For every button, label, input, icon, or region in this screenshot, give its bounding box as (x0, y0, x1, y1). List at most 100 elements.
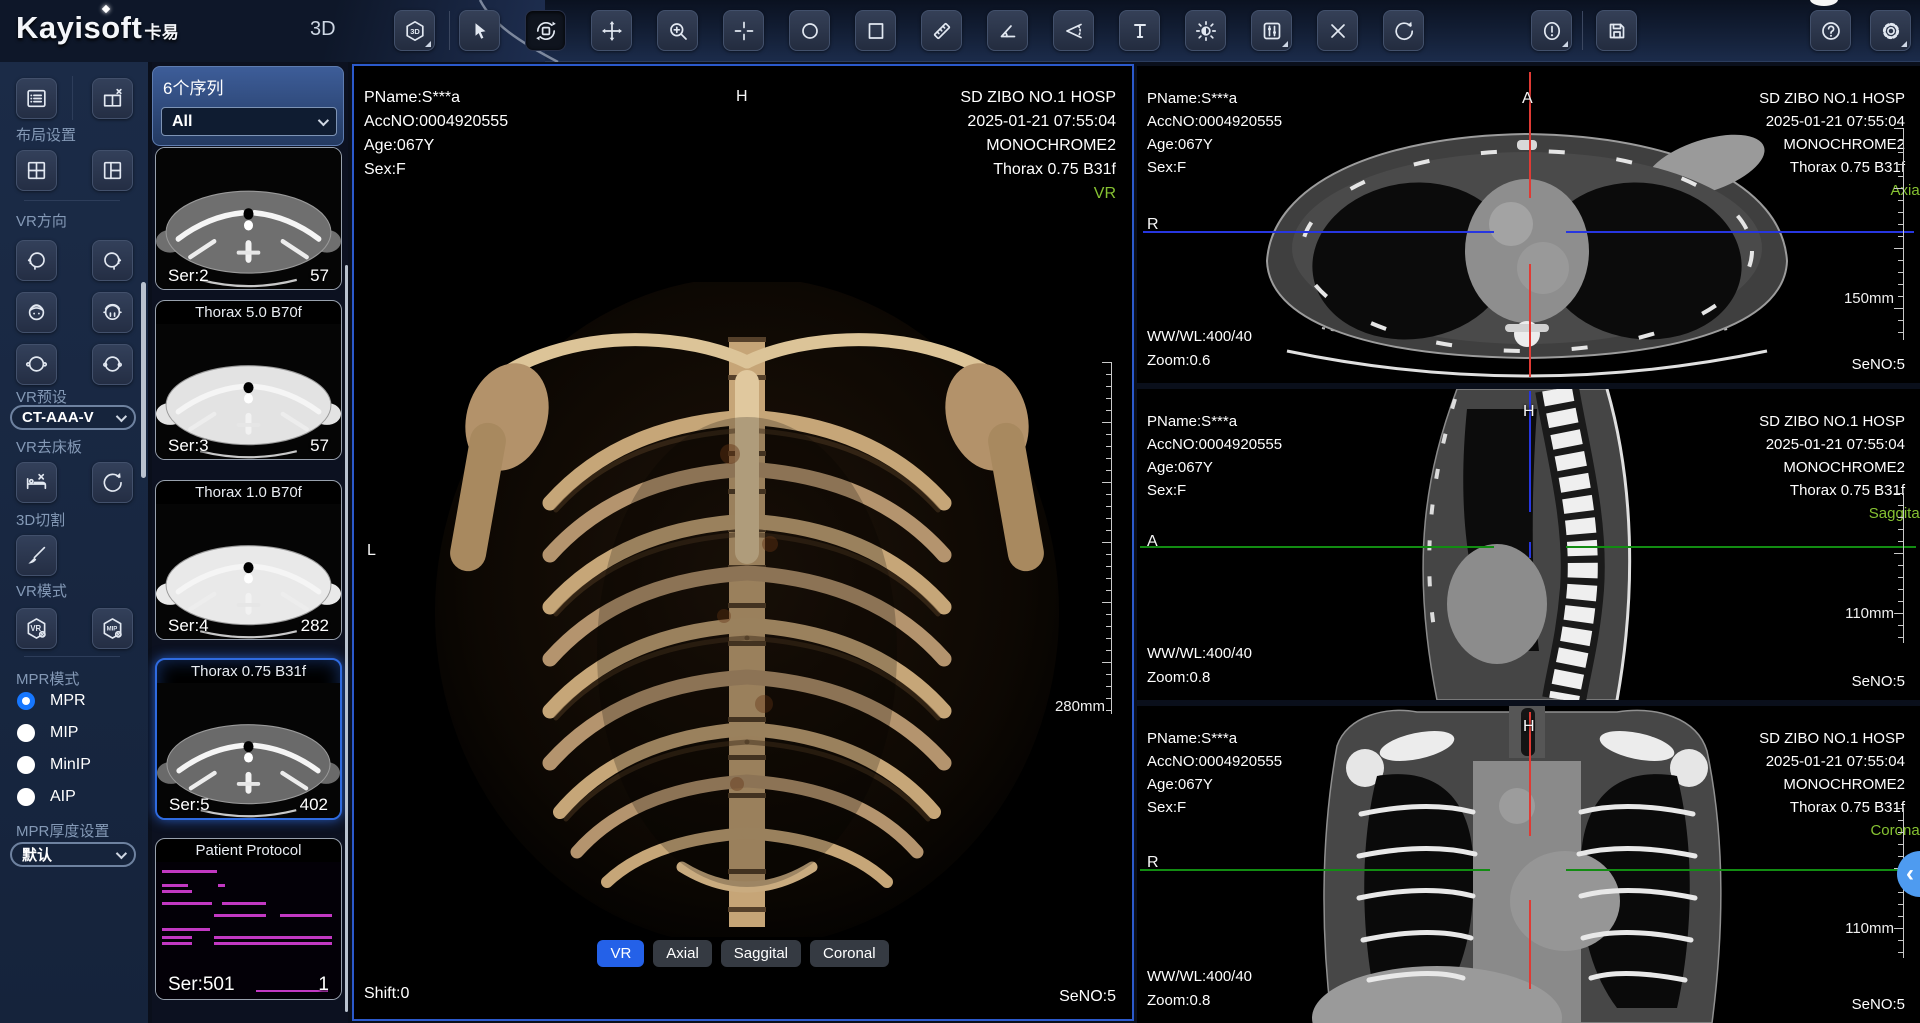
radio-aip[interactable]: AIP (17, 788, 76, 806)
crosshair-horizontal-green[interactable] (1140, 546, 1494, 548)
tool-cobb-angle-button[interactable] (1053, 10, 1094, 51)
series-no-label: SeNO:5 (1852, 356, 1905, 373)
series-number: Ser:3 (168, 436, 209, 456)
radio-mip[interactable]: MIP (17, 724, 78, 742)
series-no-label: SeNO:5 (1852, 996, 1905, 1013)
help-icon (1819, 19, 1843, 43)
tool-rotate-3d-button[interactable] (525, 10, 566, 51)
tool-adjust-button[interactable] (1251, 10, 1292, 51)
series-no-label: SeNO:5 (1852, 673, 1905, 690)
crosshair-vertical-red[interactable] (1529, 900, 1531, 989)
crosshair-horizontal-green[interactable] (1566, 869, 1916, 871)
series-title: Thorax 1.0 B70f (156, 481, 341, 504)
head-bottom-button[interactable] (92, 292, 133, 333)
avatar[interactable] (1810, 0, 1838, 6)
crosshair-horizontal-green[interactable] (1566, 546, 1916, 548)
sidebar-scrollbar[interactable] (141, 282, 146, 478)
crosshair-horizontal-blue[interactable] (1566, 231, 1914, 233)
ruler-label: 150mm (1844, 290, 1894, 307)
bed-reset-button[interactable] (92, 462, 133, 503)
tool-ellipse-button[interactable] (789, 10, 830, 51)
head-back-icon (100, 352, 125, 377)
tool-alert-button[interactable] (1531, 10, 1572, 51)
radio-mpr[interactable]: MPR (17, 692, 86, 710)
panel-x-icon (100, 86, 125, 111)
head-back-button[interactable] (92, 344, 133, 385)
tool-group (459, 10, 1424, 51)
mpr-thickness-select[interactable]: 默认 (10, 842, 136, 867)
crosshair-vertical-blue[interactable] (1529, 542, 1531, 558)
vr-preset-label: VR预设 (16, 386, 67, 407)
hospital-name: SD ZIBO NO.1 HOSP (1759, 410, 1905, 433)
axial-button[interactable]: Axial (653, 940, 712, 967)
app-logo: Kayisoft卡易 (16, 10, 179, 46)
series-panel: 6个序列 All Ser:257 Thorax 5.0 B70f Ser:357… (152, 62, 348, 1023)
help-button[interactable] (1810, 10, 1851, 51)
radio-minip[interactable]: MinIP (17, 756, 91, 774)
vr-viewport[interactable]: PName:S***a AccNO:0004920555 Age:067Y Se… (352, 64, 1134, 1021)
tool-rectangle-button[interactable] (855, 10, 896, 51)
split-layout-icon (100, 158, 125, 183)
cut-3d-button[interactable] (16, 535, 57, 576)
tool-angle-button[interactable] (987, 10, 1028, 51)
alert-icon (1540, 19, 1564, 43)
crosshair-horizontal-green[interactable] (1140, 869, 1490, 871)
coronal-button[interactable]: Coronal (810, 940, 889, 967)
tool-text-button[interactable] (1119, 10, 1160, 51)
saggital-button[interactable]: Saggital (721, 940, 801, 967)
series-scrollbar[interactable] (345, 265, 348, 1012)
photometric: MONOCHROME2 (960, 134, 1116, 158)
study-info-overlay: SD ZIBO NO.1 HOSP 2025-01-21 07:55:04 MO… (1759, 727, 1905, 842)
patient-age: Age:067Y (1147, 133, 1282, 156)
series-thumbnail-ser501[interactable]: Patient Protocol Ser:5011 (155, 838, 342, 1000)
layout-split-button[interactable] (92, 150, 133, 191)
coronal-viewport[interactable]: PName:S***a AccNO:0004920555 Age:067Y Se… (1137, 706, 1920, 1023)
saggital-viewport[interactable]: PName:S***a AccNO:0004920555 Age:067Y Se… (1137, 389, 1920, 700)
series-thumbnail-ser5-selected[interactable]: Thorax 0.75 B31f Ser:5402 (155, 658, 342, 820)
tool-crosshair-button[interactable] (723, 10, 764, 51)
rectangle-icon (864, 19, 888, 43)
cut-3d-label: 3D切割 (16, 509, 65, 530)
series-thumbnail-ser3[interactable]: Thorax 5.0 B70f Ser:357 (155, 300, 342, 460)
tool-3d-view-button[interactable]: 3D (394, 10, 435, 51)
remove-bed-button[interactable] (16, 462, 57, 503)
tool-reset-button[interactable] (1383, 10, 1424, 51)
series-no-label: SeNO:5 (1059, 988, 1116, 1006)
head-front-button[interactable] (16, 344, 57, 385)
head-front-icon (24, 352, 49, 377)
vr-hexagon-icon: VR (24, 616, 49, 641)
plane-label: VR (960, 182, 1116, 206)
vr-mode-mip-button[interactable]: MIP (92, 608, 133, 649)
tool-zoom-button[interactable] (657, 10, 698, 51)
vr-mode-vr-button[interactable]: VR (16, 608, 57, 649)
tool-window-level-button[interactable] (1185, 10, 1226, 51)
series-title: Patient Protocol (156, 839, 341, 862)
head-left-button[interactable] (16, 240, 57, 281)
bed-remove-icon (24, 470, 49, 495)
layout-grid-button[interactable] (16, 150, 57, 191)
tool-delete-button[interactable] (1317, 10, 1358, 51)
head-right-button[interactable] (92, 240, 133, 281)
series-thumbnail-ser4[interactable]: Thorax 1.0 B70f Ser:4282 (155, 480, 342, 640)
series-thumbnail-ser2[interactable]: Ser:257 (155, 147, 342, 290)
zoom-label: Zoom:0.8 (1147, 666, 1252, 690)
axial-viewport[interactable]: PName:S***a AccNO:0004920555 Age:067Y Se… (1137, 66, 1920, 383)
chevron-down-icon (318, 114, 329, 125)
orientation-top: A (1522, 90, 1533, 108)
vr-button[interactable]: VR (597, 940, 644, 967)
layout-close-button[interactable] (92, 78, 133, 119)
head-top-button[interactable] (16, 292, 57, 333)
patient-name: PName:S***a (1147, 727, 1282, 750)
crosshair-horizontal-blue[interactable] (1143, 231, 1494, 233)
crosshair-vertical-red[interactable] (1529, 264, 1531, 377)
tool-save-button[interactable] (1596, 10, 1637, 51)
vr-preset-select[interactable]: CT-AAA-V (10, 405, 136, 430)
settings-button[interactable] (1870, 10, 1911, 51)
tool-ruler-button[interactable] (921, 10, 962, 51)
patient-age: Age:067Y (1147, 773, 1282, 796)
chevron-down-icon (116, 410, 127, 421)
tool-pan-button[interactable] (591, 10, 632, 51)
tool-pointer-button[interactable] (459, 10, 500, 51)
layout-list-button[interactable] (16, 78, 57, 119)
series-filter-select[interactable]: All (161, 107, 337, 136)
